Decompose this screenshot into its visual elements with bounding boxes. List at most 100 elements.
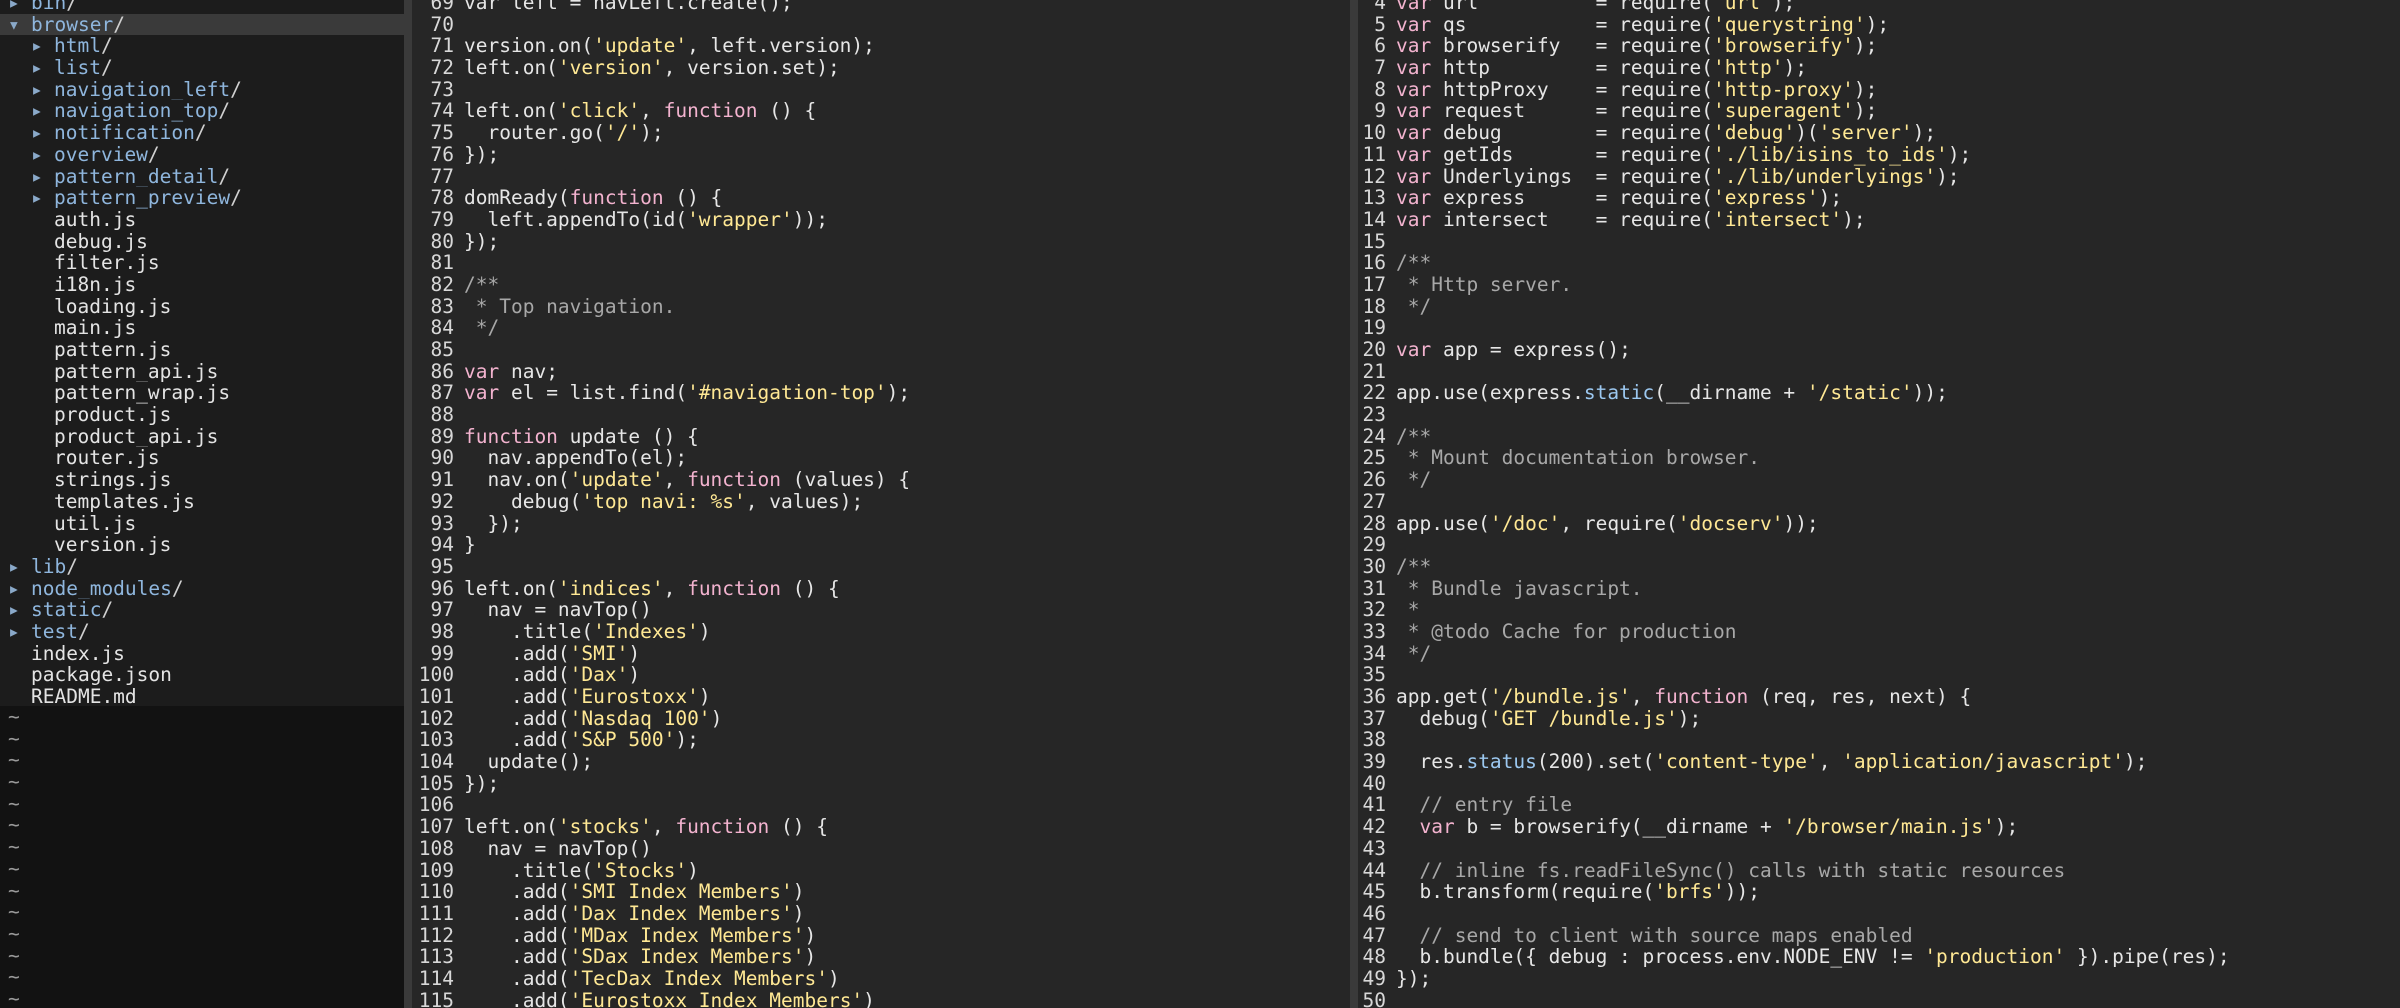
tree-folder[interactable]: ▸ test/ <box>0 621 404 643</box>
code-line[interactable]: 16 /** <box>1358 252 2400 274</box>
tree-file[interactable]: product_api.js <box>0 426 404 448</box>
caret-right-icon[interactable]: ▸ <box>31 187 54 209</box>
caret-right-icon[interactable]: ▸ <box>31 79 54 101</box>
code-line[interactable]: 29 <box>1358 534 2400 556</box>
caret-right-icon[interactable]: ▸ <box>8 0 31 14</box>
code-line[interactable]: 106 <box>412 794 1350 816</box>
code-line[interactable]: 23 <box>1358 404 2400 426</box>
code-line[interactable]: 100 .add('Dax') <box>412 664 1350 686</box>
code-line[interactable]: 44 // inline fs.readFileSync() calls wit… <box>1358 860 2400 882</box>
tree-folder[interactable]: ▸ pattern_detail/ <box>0 166 404 188</box>
tree-file[interactable]: main.js <box>0 317 404 339</box>
caret-right-icon[interactable]: ▸ <box>31 100 54 122</box>
code-line[interactable]: 115 .add('Eurostoxx Index Members') <box>412 990 1350 1008</box>
code-line[interactable]: 89 function update () { <box>412 426 1350 448</box>
code-line[interactable]: 37 debug('GET /bundle.js'); <box>1358 708 2400 730</box>
code-line[interactable]: 33 * @todo Cache for production <box>1358 621 2400 643</box>
code-line[interactable]: 110 .add('SMI Index Members') <box>412 881 1350 903</box>
tree-file[interactable]: templates.js <box>0 491 404 513</box>
code-line[interactable]: 39 res.status(200).set('content-type', '… <box>1358 751 2400 773</box>
code-line[interactable]: 19 <box>1358 317 2400 339</box>
tree-file[interactable]: strings.js <box>0 469 404 491</box>
code-line[interactable]: 102 .add('Nasdaq 100') <box>412 708 1350 730</box>
code-line[interactable]: 43 <box>1358 838 2400 860</box>
code-line[interactable]: 90 nav.appendTo(el); <box>412 447 1350 469</box>
code-line[interactable]: 28 app.use('/doc', require('docserv')); <box>1358 513 2400 535</box>
code-line[interactable]: 96 left.on('indices', function () { <box>412 578 1350 600</box>
tree-folder[interactable]: ▸ bin/ <box>0 0 404 14</box>
code-line[interactable]: 9 var request = require('superagent'); <box>1358 100 2400 122</box>
code-line[interactable]: 31 * Bundle javascript. <box>1358 578 2400 600</box>
vertical-split-divider[interactable] <box>1350 0 1358 1008</box>
code-line[interactable]: 92 debug('top navi: %s', values); <box>412 491 1350 513</box>
code-line[interactable]: 78 domReady(function () { <box>412 187 1350 209</box>
caret-right-icon[interactable]: ▸ <box>8 621 31 643</box>
tree-folder[interactable]: ▸ list/ <box>0 57 404 79</box>
code-line[interactable]: 45 b.transform(require('brfs')); <box>1358 881 2400 903</box>
tree-file[interactable]: auth.js <box>0 209 404 231</box>
tree-folder[interactable]: ▸ navigation_top/ <box>0 100 404 122</box>
code-line[interactable]: 18 */ <box>1358 296 2400 318</box>
code-line[interactable]: 81 <box>412 252 1350 274</box>
code-line[interactable]: 24 /** <box>1358 426 2400 448</box>
code-line[interactable]: 15 <box>1358 231 2400 253</box>
code-line[interactable]: 85 <box>412 339 1350 361</box>
code-line[interactable]: 50 <box>1358 990 2400 1008</box>
code-line[interactable]: 7 var http = require('http'); <box>1358 57 2400 79</box>
tree-folder[interactable]: ▸ node_modules/ <box>0 578 404 600</box>
code-line[interactable]: 104 update(); <box>412 751 1350 773</box>
tree-folder[interactable]: ▸ html/ <box>0 35 404 57</box>
code-line[interactable]: 10 var debug = require('debug')('server')… <box>1358 122 2400 144</box>
code-line[interactable]: 101 .add('Eurostoxx') <box>412 686 1350 708</box>
tree-folder[interactable]: ▸ notification/ <box>0 122 404 144</box>
tree-file[interactable]: pattern_wrap.js <box>0 382 404 404</box>
code-line[interactable]: 98 .title('Indexes') <box>412 621 1350 643</box>
code-line[interactable]: 6 var browserify = require('browserify'); <box>1358 35 2400 57</box>
code-line[interactable]: 73 <box>412 79 1350 101</box>
code-line[interactable]: 48 b.bundle({ debug : process.env.NODE_E… <box>1358 946 2400 968</box>
code-line[interactable]: 77 <box>412 166 1350 188</box>
code-line[interactable]: 112 .add('MDax Index Members') <box>412 925 1350 947</box>
tree-file[interactable]: pattern.js <box>0 339 404 361</box>
code-line[interactable]: 11 var getIds = require('./lib/isins_to_i… <box>1358 144 2400 166</box>
code-line[interactable]: 74 left.on('click', function () { <box>412 100 1350 122</box>
code-line[interactable]: 80}); <box>412 231 1350 253</box>
code-line[interactable]: 107 left.on('stocks', function () { <box>412 816 1350 838</box>
code-line[interactable]: 95 <box>412 556 1350 578</box>
code-line[interactable]: 71 version.on('update', left.version); <box>412 35 1350 57</box>
code-line[interactable]: 14 var intersect = require('intersect'); <box>1358 209 2400 231</box>
tree-file[interactable]: router.js <box>0 447 404 469</box>
code-line[interactable]: 111 .add('Dax Index Members') <box>412 903 1350 925</box>
code-line[interactable]: 13 var express = require('express'); <box>1358 187 2400 209</box>
code-line[interactable]: 49}); <box>1358 968 2400 990</box>
code-line[interactable]: 47 // send to client with source maps en… <box>1358 925 2400 947</box>
code-line[interactable]: 42 var b = browserify(__dirname + '/brow… <box>1358 816 2400 838</box>
caret-right-icon[interactable]: ▸ <box>31 166 54 188</box>
code-line[interactable]: 22 app.use(express.static(__dirname + '/s… <box>1358 382 2400 404</box>
vertical-split-divider[interactable] <box>404 0 412 1008</box>
caret-right-icon[interactable]: ▸ <box>31 144 54 166</box>
code-line[interactable]: 94} <box>412 534 1350 556</box>
code-line[interactable]: 84 */ <box>412 317 1350 339</box>
code-line[interactable]: 17 * Http server. <box>1358 274 2400 296</box>
tree-file[interactable]: README.md <box>0 686 404 708</box>
code-line[interactable]: 8 var httpProxy = require('http-proxy'); <box>1358 79 2400 101</box>
code-line[interactable]: 87 var el = list.find('#navigation-top'); <box>412 382 1350 404</box>
file-tree-pane[interactable]: ▸ bin/▾ browser/▸ html/▸ list/▸ navigation_le… <box>0 0 404 1008</box>
tree-file[interactable]: i18n.js <box>0 274 404 296</box>
code-line[interactable]: 40 <box>1358 773 2400 795</box>
tree-folder[interactable]: ▾ browser/ <box>0 13 404 36</box>
caret-right-icon[interactable]: ▸ <box>31 35 54 57</box>
tree-folder[interactable]: ▸ static/ <box>0 599 404 621</box>
code-line[interactable]: 46 <box>1358 903 2400 925</box>
caret-right-icon[interactable]: ▸ <box>31 122 54 144</box>
editor-pane-right[interactable]: 4 var url = require('url'); 5 var qs = requ… <box>1358 0 2400 1008</box>
code-line[interactable]: 99 .add('SMI') <box>412 643 1350 665</box>
code-line[interactable]: 86 var nav; <box>412 361 1350 383</box>
code-line[interactable]: 69 var left = navLeft.create(); <box>412 0 1350 14</box>
code-line[interactable]: 4 var url = require('url'); <box>1358 0 2400 14</box>
code-line[interactable]: 109 .title('Stocks') <box>412 860 1350 882</box>
tree-file[interactable]: filter.js <box>0 252 404 274</box>
caret-right-icon[interactable]: ▸ <box>8 556 31 578</box>
tree-folder[interactable]: ▸ lib/ <box>0 556 404 578</box>
